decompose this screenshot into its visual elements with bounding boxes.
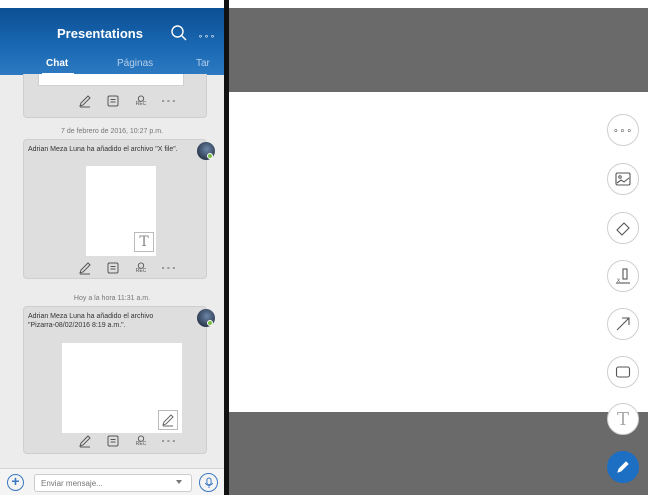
message-text: Adrian Meza Luna ha añadido el archivo "… [28,146,178,153]
edit-icon[interactable] [78,94,92,108]
rectangle-icon [615,366,631,378]
microphone-icon[interactable] [199,473,218,492]
edit-icon[interactable] [78,261,92,275]
text-tool-button[interactable]: T [607,403,639,435]
message-input[interactable] [34,474,192,492]
text-file-icon: T [134,232,154,252]
panel-header: Presentations ∘∘∘ Chat Páginas Tar [0,8,224,75]
status-strip [229,0,648,8]
text-icon: T [616,408,629,430]
timestamp: 7 de febrero de 2016, 10:27 p.m. [61,128,163,135]
message-actions: REC ∘∘∘ [78,94,176,108]
message-card: Adrian Meza Luna ha añadido el archivo "… [23,306,207,454]
message-text: Adrian Meza Luna ha añadido el archivo "… [28,313,154,329]
more-icon[interactable]: ∘∘∘ [161,434,176,448]
search-icon[interactable] [170,24,188,42]
eraser-tool-button[interactable] [607,212,639,244]
edit-icon[interactable] [78,434,92,448]
clear-icon: x [616,268,630,284]
whiteboard-area: ∘∘∘ x T [229,0,648,495]
more-icon: ∘∘∘ [613,124,633,135]
arrow-icon [616,317,630,331]
message-card: Adrian Meza Luna ha añadido el archivo "… [23,139,207,279]
record-icon[interactable]: REC [134,261,148,275]
timestamp: Hoy a la hora 11:31 a.m. [73,295,151,302]
pen-icon [158,410,178,430]
image-icon [615,172,631,186]
status-strip [0,0,224,8]
online-status-dot [207,320,213,326]
chat-panel: Presentations ∘∘∘ Chat Páginas Tar REC ∘… [0,0,224,495]
more-icon[interactable]: ∘∘∘ [198,32,216,41]
tab-pages[interactable]: Páginas [117,58,153,69]
image-tool-button[interactable] [607,163,639,195]
more-icon[interactable]: ∘∘∘ [161,94,176,108]
clear-tool-button[interactable]: x [607,260,639,292]
comment-icon[interactable] [106,94,120,108]
tab-tasks[interactable]: Tar [196,58,210,69]
svg-text:x: x [617,278,620,284]
add-icon[interactable]: + [7,474,24,491]
more-tool-button[interactable]: ∘∘∘ [607,114,639,146]
arrow-tool-button[interactable] [607,308,639,340]
message-composer: + [0,468,224,495]
eraser-icon [616,222,630,236]
comment-icon[interactable] [106,261,120,275]
file-thumbnail[interactable] [38,74,184,86]
comment-icon[interactable] [106,434,120,448]
rec-label: REC [135,268,147,274]
rec-label: REC [135,101,147,107]
chevron-down-icon[interactable] [176,480,182,484]
pen-icon [617,461,629,473]
message-actions: REC ∘∘∘ [78,434,176,448]
record-icon[interactable]: REC [134,94,148,108]
rectangle-tool-button[interactable] [607,356,639,388]
rec-label: REC [135,441,147,447]
message-actions: REC ∘∘∘ [78,261,176,275]
more-icon[interactable]: ∘∘∘ [161,261,176,275]
tab-chat[interactable]: Chat [46,58,68,69]
record-icon[interactable]: REC [134,434,148,448]
whiteboard-canvas[interactable] [229,92,648,412]
online-status-dot [207,153,213,159]
pen-tool-button[interactable] [607,451,639,483]
